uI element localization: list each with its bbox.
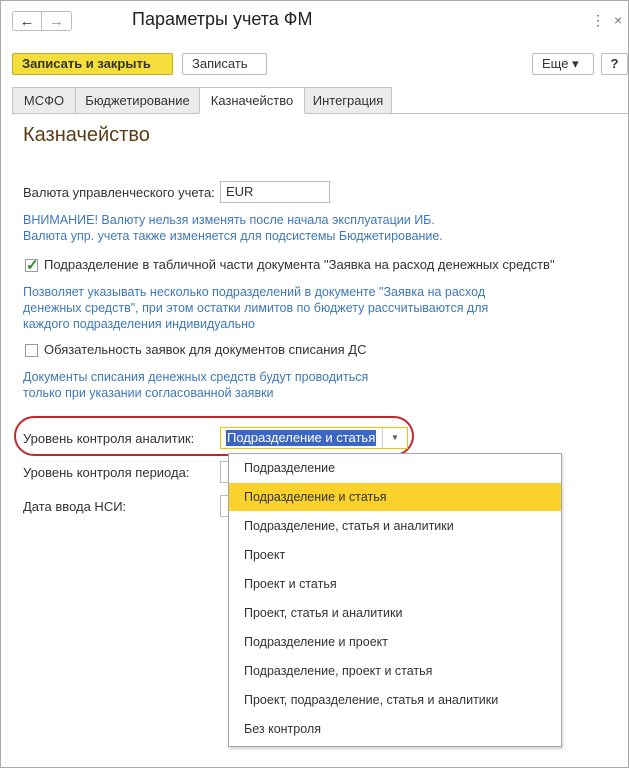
analytics-control-select[interactable]: Подразделение и статья ▼: [220, 427, 408, 449]
more-actions-icon[interactable]: ⋮: [591, 12, 605, 29]
dept-in-table-checkbox[interactable]: ✓: [25, 257, 39, 274]
analytics-control-label: Уровень контроля аналитик:: [23, 431, 195, 446]
chevron-down-icon[interactable]: ▼: [382, 428, 407, 448]
dropdown-option[interactable]: Подразделение: [229, 454, 561, 482]
dropdown-option-selected[interactable]: Подразделение и статья: [229, 483, 561, 511]
tab-msfo[interactable]: МСФО: [12, 87, 76, 114]
back-button[interactable]: ←: [12, 11, 42, 31]
checkmark-icon: ✓: [26, 257, 39, 274]
dept-hint-line-3: каждого подразделения индивидуально: [23, 317, 255, 331]
section-heading: Казначейство: [23, 124, 150, 146]
period-control-label: Уровень контроля периода:: [23, 465, 190, 480]
dept-hint-line-1: Позволяет указывать несколько подразделе…: [23, 285, 486, 299]
forward-button[interactable]: →: [42, 11, 72, 31]
title-bar: ← → Параметры учета ФМ ⋮ ×: [1, 1, 628, 41]
dropdown-option[interactable]: Проект: [229, 541, 561, 569]
dropdown-option[interactable]: Подразделение, статья и аналитики: [229, 512, 561, 540]
analytics-control-value: Подразделение и статья: [226, 430, 377, 446]
dept-hint-line-2: денежных средств", при этом остатки лими…: [23, 301, 489, 315]
analytics-dropdown-list: Подразделение Подразделение и статья Под…: [228, 453, 562, 747]
dropdown-option[interactable]: Проект, подразделение, статья и аналитик…: [229, 686, 561, 714]
currency-hint-line-2: Валюта упр. учета также изменяется для п…: [23, 229, 443, 243]
dropdown-option[interactable]: Без контроля: [229, 715, 561, 743]
dropdown-option[interactable]: Подразделение, проект и статья: [229, 657, 561, 685]
requests-hint-line-1: Документы списания денежных средств буду…: [23, 370, 369, 384]
more-button[interactable]: Еще ▾: [532, 53, 594, 75]
requests-hint-line-2: только при указании согласованной заявки: [23, 386, 274, 400]
currency-hint-line-1: ВНИМАНИЕ! Валюту нельзя изменять после н…: [23, 213, 435, 227]
tab-integration[interactable]: Интеграция: [304, 87, 392, 114]
save-button[interactable]: Записать: [182, 53, 267, 75]
tab-treasury[interactable]: Казначейство: [199, 87, 305, 114]
dept-in-table-label: Подразделение в табличной части документ…: [44, 257, 555, 272]
dropdown-option[interactable]: Проект, статья и аналитики: [229, 599, 561, 627]
currency-field[interactable]: EUR: [220, 181, 330, 203]
save-and-close-button[interactable]: Записать и закрыть: [12, 53, 173, 75]
window-title: Параметры учета ФМ: [132, 9, 313, 29]
nsi-date-label: Дата ввода НСИ:: [23, 499, 127, 514]
mandatory-requests-label: Обязательность заявок для документов спи…: [44, 342, 367, 357]
dropdown-option[interactable]: Проект и статья: [229, 570, 561, 598]
help-button[interactable]: ?: [601, 53, 628, 75]
dropdown-option[interactable]: Подразделение и проект: [229, 628, 561, 656]
currency-label: Валюта управленческого учета:: [23, 185, 215, 200]
tab-divider: [12, 113, 628, 114]
close-icon[interactable]: ×: [614, 12, 622, 28]
tab-budgeting[interactable]: Бюджетирование: [75, 87, 200, 114]
mandatory-requests-checkbox[interactable]: [25, 344, 38, 357]
settings-window: ← → Параметры учета ФМ ⋮ × Записать и за…: [0, 0, 629, 768]
